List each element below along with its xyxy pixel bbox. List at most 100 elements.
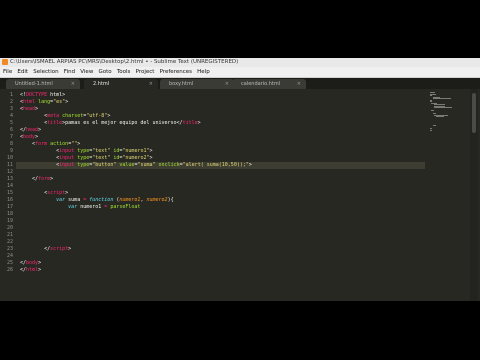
line-number: 3	[9, 106, 13, 112]
code-token: "es"	[53, 99, 66, 105]
line-number: 7	[9, 134, 13, 140]
code-token: <	[20, 120, 48, 126]
code-token: form	[35, 141, 48, 147]
tab-2-html[interactable]: 2.html ×	[84, 79, 158, 89]
code-token: >	[35, 134, 39, 140]
code-token: </	[20, 176, 39, 182]
line-number: 25	[6, 260, 13, 266]
code-line[interactable]: </form>	[20, 176, 53, 183]
minimap-line	[431, 110, 434, 111]
minimap-line	[432, 125, 436, 126]
code-token: body	[26, 260, 39, 266]
menu-item-view[interactable]: View	[78, 67, 96, 77]
menu-item-preferences[interactable]: Preferences	[157, 67, 195, 77]
code-token: parseFloat	[110, 204, 141, 210]
code-token: >	[149, 148, 153, 154]
code-token: form	[38, 176, 51, 182]
code-line[interactable]: <body>	[20, 134, 38, 141]
code-line[interactable]: <form action="">	[20, 141, 80, 148]
code-line[interactable]: <html lang="es">	[20, 99, 68, 106]
code-token: html	[26, 267, 39, 273]
close-tab-icon[interactable]: ×	[297, 79, 301, 89]
code-token: >	[35, 106, 39, 112]
code-token: >	[77, 141, 81, 147]
vertical-scrollbar[interactable]	[470, 89, 478, 301]
line-number: 5	[9, 120, 13, 126]
minimap-line	[430, 95, 433, 96]
code-token: type	[77, 162, 90, 168]
code-line[interactable]: </head>	[20, 127, 41, 134]
code-token: function	[89, 197, 114, 203]
code-line[interactable]: <!DOCTYPE html>	[20, 92, 65, 99]
code-token: >pamas es el mejor equipo del universo</	[62, 120, 183, 126]
menu-item-tools[interactable]: Tools	[114, 67, 133, 77]
code-token: "text"	[92, 155, 111, 161]
code-token: html>	[47, 92, 66, 98]
line-number: 11	[6, 162, 13, 168]
code-line[interactable]: <head>	[20, 106, 38, 113]
code-token: >	[248, 162, 252, 168]
menu-item-file[interactable]: File	[0, 67, 15, 77]
tab-untitled-1-html[interactable]: Untitled-1.html ×	[6, 79, 80, 89]
close-tab-icon[interactable]: ×	[149, 79, 153, 89]
line-number: 17	[6, 204, 13, 210]
code-line[interactable]: <input type="text" id="numero1">	[20, 148, 153, 155]
line-number: 4	[9, 113, 13, 119]
code-line[interactable]: <title>pamas es el mejor equipo del univ…	[20, 120, 201, 127]
menu-bar: File Edit Selection Find View Goto Tools Projec…	[0, 67, 480, 78]
code-token: title	[182, 120, 198, 126]
line-number: 12	[6, 169, 13, 175]
menu-item-find[interactable]: Find	[61, 67, 77, 77]
code-token: value	[119, 162, 135, 168]
tab-boxy-html[interactable]: boxy.html ×	[160, 79, 234, 89]
minimap-line	[435, 116, 444, 117]
line-number: 1	[9, 92, 13, 98]
tab-calendario-html[interactable]: calendario.html ×	[232, 79, 306, 89]
scrollbar-thumb[interactable]	[472, 93, 476, 133]
code-token: type	[77, 148, 90, 154]
tab-label: 2.html	[93, 81, 110, 87]
code-token: input	[59, 148, 75, 154]
code-token: >	[38, 127, 42, 133]
menu-item-project[interactable]: Project	[133, 67, 157, 77]
sublime-app-icon	[2, 59, 8, 65]
code-token: body	[23, 134, 36, 140]
menu-item-help[interactable]: Help	[195, 67, 213, 77]
minimap[interactable]	[430, 92, 452, 132]
code-token: >	[38, 267, 42, 273]
code-line[interactable]: <script>	[20, 190, 68, 197]
code-line[interactable]: </script>	[20, 246, 71, 253]
title-bar: C:\Users\ISMAEL ARPIAS PC\MRS\Desktop\2.…	[0, 58, 480, 67]
code-token: >	[197, 120, 201, 126]
code-token: >	[107, 113, 111, 119]
code-token: >	[50, 176, 54, 182]
code-line[interactable]: <input type="text" id="numero2">	[20, 155, 152, 162]
code-token: numero1	[77, 204, 105, 210]
code-token: "utf-8"	[86, 113, 108, 119]
code-line[interactable]: var suma = function (numero1, numero2){	[20, 197, 173, 204]
menu-item-selection[interactable]: Selection	[31, 67, 62, 77]
window-title: C:\Users\ISMAEL ARPIAS PC\MRS\Desktop\2.…	[10, 59, 239, 65]
menu-item-edit[interactable]: Edit	[15, 67, 31, 77]
code-token: onclick	[158, 162, 180, 168]
code-line[interactable]: </html>	[20, 267, 41, 274]
line-number: 24	[6, 253, 13, 259]
code-token: "numero1"	[122, 148, 150, 154]
code-token: numero1	[119, 197, 141, 203]
menu-item-goto[interactable]: Goto	[96, 67, 114, 77]
line-number: 6	[9, 127, 13, 133]
code-token: >	[65, 99, 69, 105]
close-tab-icon[interactable]: ×	[225, 79, 229, 89]
code-line[interactable]: <meta charset="utf-8">	[20, 113, 110, 120]
code-line[interactable]: <input type="button" value="suma" onclic…	[20, 162, 252, 169]
code-token: var	[68, 204, 78, 210]
code-line[interactable]: var numero1 = parseFloat	[20, 204, 140, 211]
code-token: "alert( suma(10,50));"	[182, 162, 249, 168]
code-line[interactable]: </body>	[20, 260, 41, 267]
code-token: "suma"	[137, 162, 156, 168]
code-token: title	[47, 120, 63, 126]
close-tab-icon[interactable]: ×	[71, 79, 75, 89]
code-token: script	[47, 190, 66, 196]
code-token: action	[50, 141, 69, 147]
line-number: 8	[9, 141, 13, 147]
